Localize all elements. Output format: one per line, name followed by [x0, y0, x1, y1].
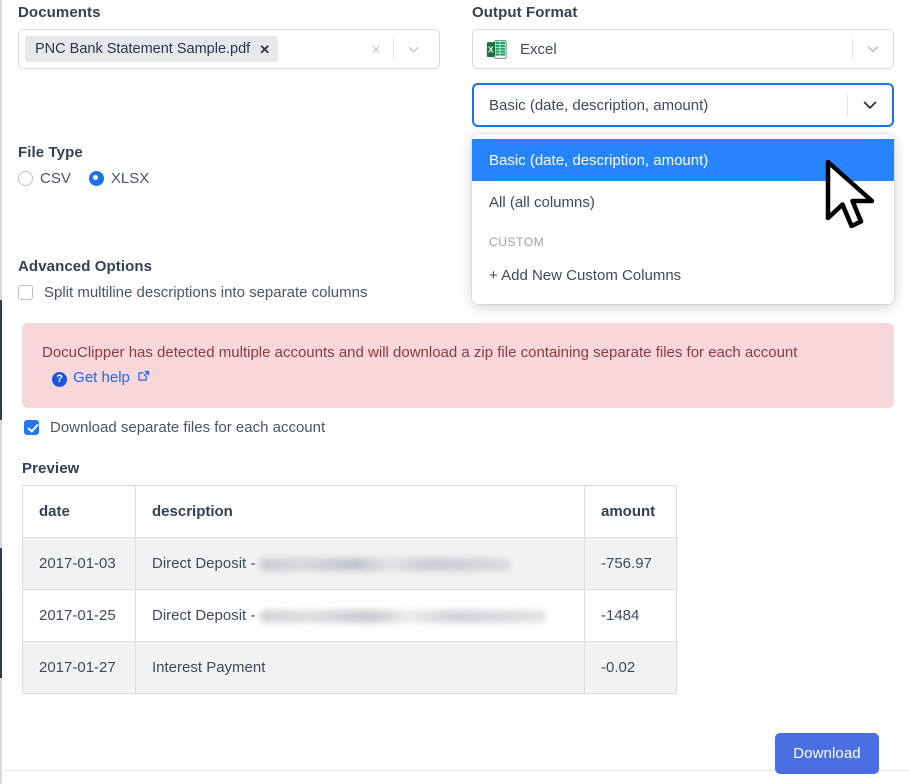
advanced-options-section: Advanced Options Split multiline descrip…	[18, 258, 438, 301]
chevron-down-icon[interactable]	[853, 41, 893, 57]
document-chip[interactable]: PNC Bank Statement Sample.pdf ✕	[25, 36, 279, 62]
checkbox-icon-download-separate[interactable]	[24, 420, 39, 435]
output-format-label: Output Format	[472, 4, 578, 21]
warning-help-group: ? Get help	[42, 365, 151, 390]
output-format-value: Excel	[520, 40, 557, 58]
warning-text: DocuClipper has detected multiple accoun…	[42, 344, 798, 361]
preview-section: Preview date description amount 2017-01-…	[22, 460, 677, 694]
cell-amount: -756.97	[584, 537, 677, 590]
file-type-radio-group: CSV XLSX	[18, 170, 318, 187]
documents-section: Documents PNC Bank Statement Sample.pdf …	[18, 4, 440, 69]
cell-date: 2017-01-03	[22, 537, 136, 590]
file-type-section: File Type CSV XLSX	[18, 144, 318, 187]
documents-select-controls: ×	[359, 38, 433, 60]
table-row: 2017-01-03 Direct Deposit - -756.97	[22, 537, 677, 590]
radio-icon-csv[interactable]	[18, 171, 33, 186]
output-format-section: Output Format X Excel Basic (date, descr…	[472, 4, 894, 127]
output-format-controls	[852, 38, 893, 60]
columns-preset-controls	[847, 94, 892, 116]
preview-table-body: 2017-01-03 Direct Deposit - -756.97 2017…	[22, 537, 677, 694]
documents-select[interactable]: PNC Bank Statement Sample.pdf ✕ ×	[18, 29, 440, 69]
column-header-amount: amount	[584, 485, 677, 538]
cell-description: Interest Payment	[135, 641, 585, 694]
cell-date: 2017-01-25	[22, 589, 136, 642]
advanced-options-label: Advanced Options	[18, 258, 153, 275]
footer-divider	[0, 770, 909, 771]
cell-date: 2017-01-27	[22, 641, 136, 694]
file-type-label: File Type	[18, 144, 83, 161]
dropdown-option-basic[interactable]: Basic (date, description, amount)	[472, 139, 894, 181]
file-type-option-xlsx-label: XLSX	[110, 170, 150, 187]
chevron-down-icon[interactable]	[394, 42, 433, 57]
download-separate-files-label: Download separate files for each account	[50, 419, 326, 436]
column-header-date: date	[22, 485, 136, 538]
table-row: 2017-01-27 Interest Payment -0.02	[22, 641, 677, 694]
dropdown-option-add-custom-columns[interactable]: + Add New Custom Columns	[472, 255, 894, 295]
export-dialog: Documents PNC Bank Statement Sample.pdf …	[0, 0, 909, 784]
redacted-text-block	[259, 609, 548, 623]
svg-text:X: X	[488, 44, 494, 54]
preview-label: Preview	[22, 460, 80, 477]
multiple-accounts-warning: DocuClipper has detected multiple accoun…	[22, 323, 894, 408]
help-circle-icon[interactable]: ?	[52, 372, 68, 387]
dropdown-option-all[interactable]: All (all columns)	[472, 181, 894, 223]
dropdown-group-label-custom: CUSTOM	[489, 235, 545, 249]
documents-label: Documents	[18, 4, 101, 21]
download-button[interactable]: Download	[775, 733, 879, 774]
cell-description-text: Direct Deposit -	[152, 555, 256, 572]
get-help-link[interactable]: Get help	[73, 365, 130, 390]
file-type-option-csv[interactable]: CSV	[18, 170, 71, 187]
columns-preset-value: Basic (date, description, amount)	[489, 96, 709, 114]
file-type-option-csv-label: CSV	[40, 170, 71, 187]
close-icon[interactable]: ✕	[259, 43, 270, 56]
download-separate-files-checkbox-row[interactable]: Download separate files for each account	[24, 419, 325, 436]
chevron-down-icon[interactable]	[848, 96, 892, 114]
excel-icon: X	[486, 39, 507, 60]
radio-icon-xlsx[interactable]	[88, 171, 104, 186]
redacted-text-block	[259, 557, 512, 571]
table-header-row: date description amount	[22, 485, 677, 538]
document-chip-filename: PNC Bank Statement Sample.pdf	[35, 41, 251, 57]
split-multiline-label: Split multiline descriptions into separa…	[44, 284, 368, 301]
viewport-left-edge-accent-lower	[0, 548, 2, 678]
clear-icon[interactable]: ×	[359, 41, 393, 58]
preview-table-head: date description amount	[22, 485, 677, 538]
output-format-select[interactable]: X Excel	[472, 29, 894, 69]
columns-preset-select[interactable]: Basic (date, description, amount)	[472, 83, 894, 127]
checkbox-icon-split-multiline[interactable]	[18, 285, 33, 300]
cell-amount: -1484	[584, 589, 677, 642]
cell-description: Direct Deposit -	[135, 537, 585, 590]
file-type-option-xlsx[interactable]: XLSX	[88, 170, 150, 187]
table-row: 2017-01-25 Direct Deposit - -1484	[22, 589, 677, 642]
column-header-description: description	[135, 485, 585, 538]
cell-description-text: Direct Deposit -	[152, 607, 256, 624]
split-multiline-checkbox-row[interactable]: Split multiline descriptions into separa…	[18, 284, 438, 301]
preview-table: date description amount 2017-01-03 Direc…	[22, 485, 677, 694]
external-link-icon[interactable]	[136, 367, 151, 392]
viewport-left-edge-accent-upper	[0, 300, 2, 420]
cell-amount: -0.02	[584, 641, 677, 694]
columns-preset-dropdown-menu: Basic (date, description, amount) All (a…	[472, 134, 894, 304]
cell-description: Direct Deposit -	[135, 589, 585, 642]
